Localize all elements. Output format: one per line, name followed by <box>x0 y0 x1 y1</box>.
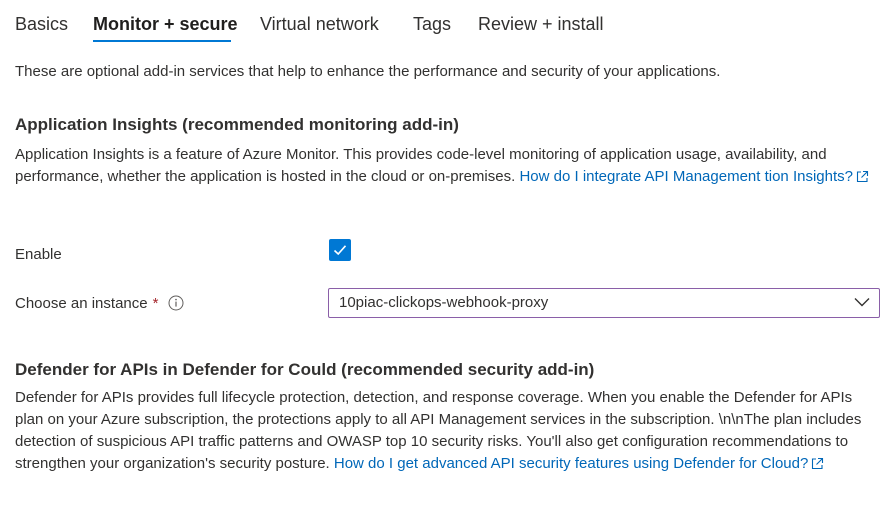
enable-label: Enable <box>15 246 62 263</box>
info-icon[interactable] <box>168 295 184 311</box>
app-insights-description: Application Insights is a feature of Azu… <box>15 144 883 188</box>
instance-label-row: Choose an instance * <box>15 293 184 315</box>
defender-help-link-text[interactable]: How do I get advanced API security featu… <box>334 455 808 472</box>
instance-dropdown-value: 10piac-clickops-webhook-proxy <box>339 294 549 311</box>
tab-tags[interactable]: Tags <box>413 12 451 36</box>
defender-heading: Defender for APIs in Defender for Could … <box>15 360 595 379</box>
external-link-icon <box>856 170 869 183</box>
defender-description: Defender for APIs provides full lifecycl… <box>15 387 883 475</box>
enable-checkbox[interactable] <box>329 239 351 261</box>
checkmark-icon <box>333 245 347 256</box>
external-link-icon <box>812 457 824 470</box>
tab-review-install[interactable]: Review + install <box>478 12 604 36</box>
intro-text: These are optional add-in services that … <box>15 63 721 80</box>
chevron-down-icon <box>854 298 870 307</box>
instance-dropdown[interactable]: 10piac-clickops-webhook-proxy <box>328 288 880 318</box>
tab-monitor-secure[interactable]: Monitor + secure <box>93 12 238 36</box>
tab-virtual-network[interactable]: Virtual network <box>260 12 379 36</box>
app-insights-help-link-text[interactable]: How do I integrate API Management tion I… <box>519 168 853 185</box>
active-tab-indicator <box>93 40 231 42</box>
app-insights-help-link[interactable]: How do I integrate API Management tion I… <box>519 168 869 185</box>
defender-help-link[interactable]: How do I get advanced API security featu… <box>334 455 824 472</box>
tab-basics[interactable]: Basics <box>15 12 68 36</box>
wizard-tabs: Basics Monitor + secure Virtual network … <box>0 0 895 46</box>
required-marker: * <box>152 295 159 312</box>
instance-label: Choose an instance <box>15 295 148 312</box>
app-insights-heading: Application Insights (recommended monito… <box>15 115 459 134</box>
